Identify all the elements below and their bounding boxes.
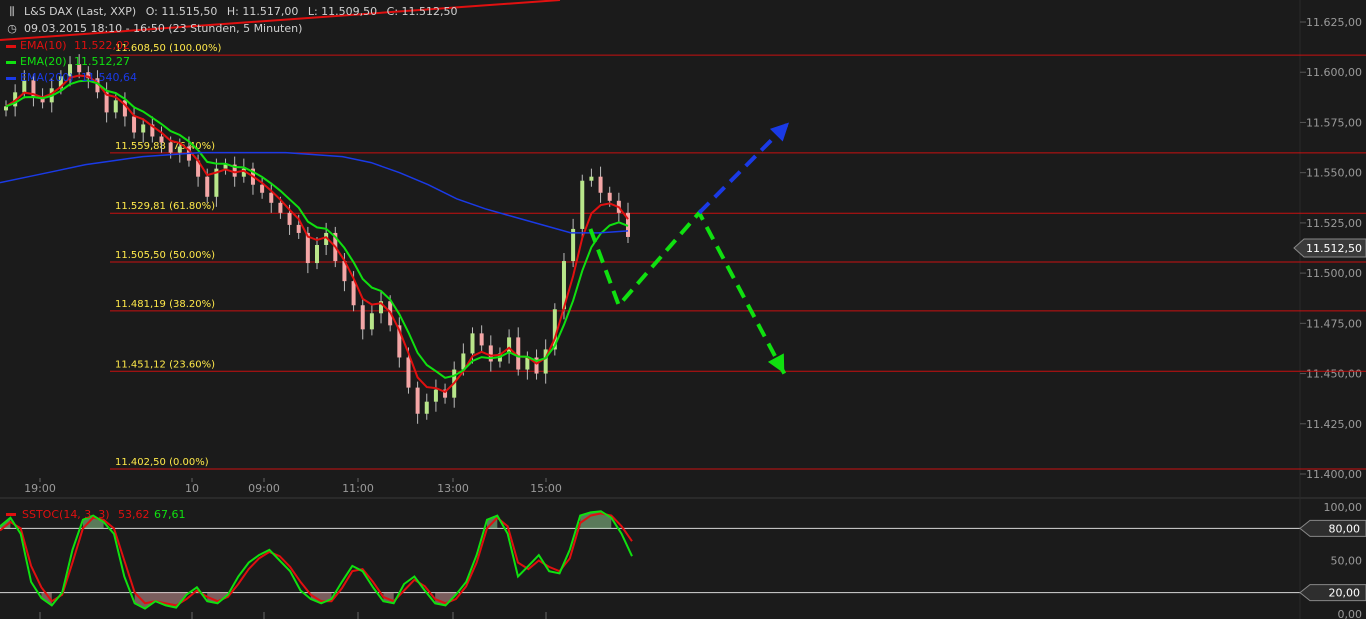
- candle-body: [296, 224, 301, 233]
- x-tick-label: 10: [185, 482, 199, 495]
- candle-body: [360, 305, 365, 330]
- candle-body: [260, 184, 265, 193]
- candle-body: [571, 228, 576, 262]
- candle-body: [132, 116, 137, 133]
- last-price-label: 11.512,50: [1306, 242, 1362, 255]
- x-tick-label: 15:00: [530, 482, 562, 495]
- candle-body: [479, 333, 484, 346]
- candle-body: [113, 100, 118, 113]
- y-tick-label: 11.550,00: [1306, 167, 1362, 180]
- legend-ema10[interactable]: EMA(10) 11.522,02: [6, 39, 130, 52]
- candle-body: [525, 357, 530, 370]
- x-tick-label: 09:00: [248, 482, 280, 495]
- sstoc-value-1: 53,62: [118, 508, 150, 521]
- legend-ema200[interactable]: EMA(200) 11.540,64: [6, 71, 137, 84]
- ema200-value: 11.540,64: [81, 71, 138, 84]
- candle-body: [470, 333, 475, 354]
- fib-level-label: 11.529,81 (61.80%): [115, 201, 215, 212]
- fib-level-label: 11.481,19 (38.20%): [115, 299, 215, 310]
- sstoc-value-2: 67,61: [154, 508, 186, 521]
- y-tick-label: 11.400,00: [1306, 468, 1362, 481]
- ema200-swatch: [6, 76, 16, 80]
- ema200-label: EMA(200): [20, 71, 74, 84]
- open-value: O: 11.515,50: [145, 5, 218, 18]
- candle-body: [516, 337, 521, 370]
- osc-reference-label: 80,00: [1329, 522, 1361, 535]
- y-tick-label: 11.525,00: [1306, 217, 1362, 230]
- ema20-label: EMA(20): [20, 55, 67, 68]
- candle-body: [607, 192, 612, 201]
- legend-ema20[interactable]: EMA(20) 11.512,27: [6, 55, 130, 68]
- ema10-label: EMA(10): [20, 39, 67, 52]
- osc-y-tick-label: 0,00: [1338, 608, 1363, 619]
- candle-body: [315, 244, 319, 264]
- candle-body: [287, 212, 292, 225]
- osc-reference-label: 20,00: [1329, 587, 1361, 600]
- x-tick-label: 19:00: [24, 482, 56, 495]
- chart-bars-icon: ⫼: [9, 5, 15, 18]
- candle-body: [269, 192, 274, 203]
- candle-body: [4, 106, 8, 111]
- x-tick-label: 11:00: [342, 482, 374, 495]
- ema20-swatch: [6, 60, 16, 64]
- y-tick-label: 11.425,00: [1306, 418, 1362, 431]
- osc-y-tick-label: 50,00: [1331, 555, 1363, 568]
- ema10-swatch: [6, 44, 16, 48]
- candle-body: [159, 136, 164, 143]
- clock-icon: ◷: [7, 22, 17, 35]
- candle-body: [168, 142, 173, 153]
- fib-level-label: 11.505,50 (50.00%): [115, 250, 215, 261]
- chart-header: ⫼ L&S DAX (Last, XXP) O: 11.515,50 H: 11.…: [6, 5, 464, 18]
- close-value: C: 11.512,50: [386, 5, 458, 18]
- fib-level-label: 11.559,88 (76.40%): [115, 141, 215, 152]
- y-tick-label: 11.600,00: [1306, 66, 1362, 79]
- y-tick-label: 11.450,00: [1306, 368, 1362, 381]
- candle-body: [589, 176, 594, 181]
- candle-body: [415, 387, 420, 414]
- candle-body: [433, 389, 438, 402]
- candle-body: [424, 401, 429, 414]
- ema20-value: 11.512,27: [74, 55, 131, 68]
- candle-body: [351, 281, 356, 306]
- chart-canvas[interactable]: 11.625,00 11.600,00 11.575,00 11.550,00 11.5…: [0, 0, 1366, 619]
- fib-level-label: 11.608,50 (100.00%): [115, 43, 221, 54]
- sstoc-swatch: [6, 513, 16, 516]
- y-tick-label: 11.500,00: [1306, 267, 1362, 280]
- candle-body: [205, 176, 210, 197]
- candle-body: [598, 176, 603, 193]
- y-tick-label: 11.575,00: [1306, 116, 1362, 129]
- sstoc-label: SSTOC(14, 3, 3): [22, 508, 110, 521]
- candle-body: [406, 357, 411, 388]
- osc-y-tick-label: 100,00: [1324, 501, 1363, 514]
- candle-body: [369, 313, 374, 330]
- fib-level-label: 11.402,50 (0.00%): [115, 457, 209, 468]
- ema10-value: 11.522,02: [74, 39, 131, 52]
- high-value: H: 11.517,00: [226, 5, 299, 18]
- time-range-label: 09.03.2015 18:10 - 16:50 (23 Stunden, 5 …: [24, 22, 303, 35]
- candle-body: [580, 180, 585, 229]
- x-tick-label: 13:00: [437, 482, 469, 495]
- candle-body: [141, 124, 146, 133]
- y-tick-label: 11.475,00: [1306, 317, 1362, 330]
- low-value: L: 11.509,50: [307, 5, 378, 18]
- candle-body: [278, 202, 283, 213]
- candle-body: [177, 146, 182, 153]
- symbol-label: L&S DAX (Last, XXP): [24, 5, 137, 18]
- fib-level-label: 11.451,12 (23.60%): [115, 359, 215, 370]
- time-range: ◷ 09.03.2015 18:10 - 16:50 (23 Stunden, 5…: [6, 22, 308, 35]
- y-tick-label: 11.625,00: [1306, 16, 1362, 29]
